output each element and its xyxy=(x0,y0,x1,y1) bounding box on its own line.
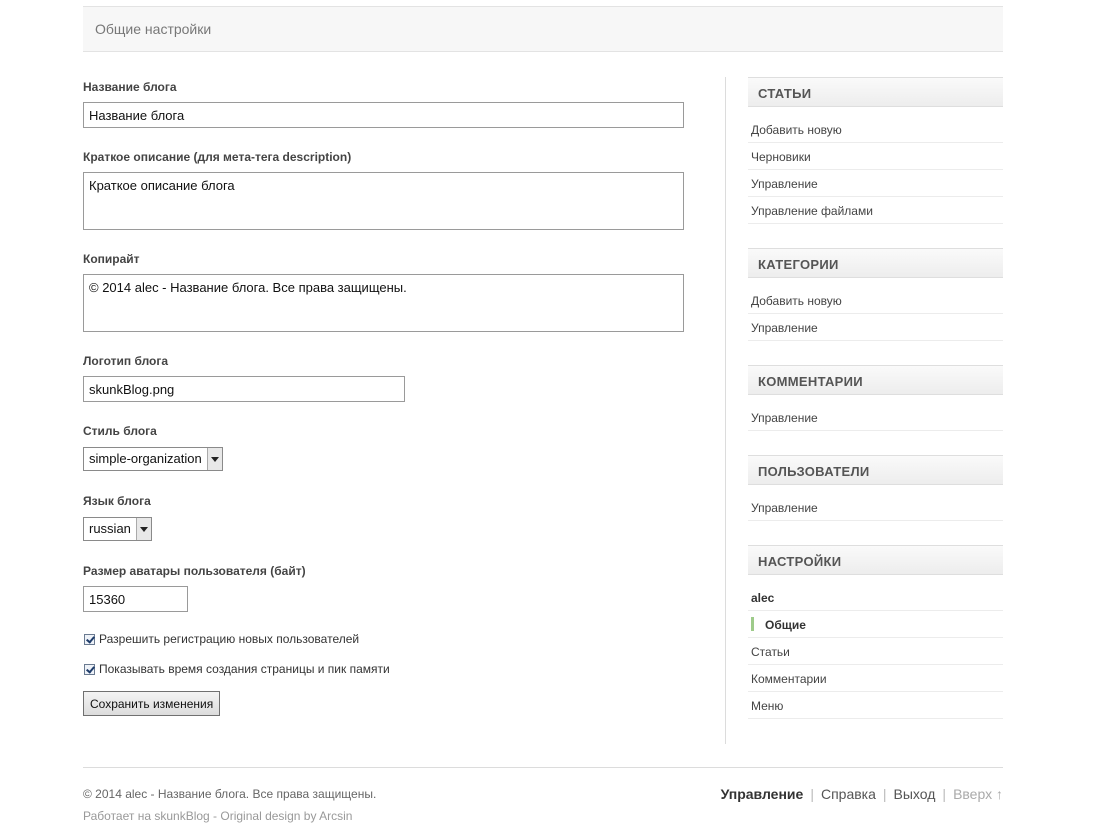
footer-divider xyxy=(83,767,1003,768)
sidebar-item-articles-manage[interactable]: Управление xyxy=(748,170,1003,197)
footer-manage-link[interactable]: Управление xyxy=(721,786,804,802)
sidebar-item-settings-comments[interactable]: Комментарии xyxy=(748,665,1003,692)
active-indicator xyxy=(751,617,754,631)
allow-registration-label: Разрешить регистрацию новых пользователе… xyxy=(99,632,360,646)
sidebar-item-articles-add[interactable]: Добавить новую xyxy=(748,116,1003,143)
sidebar-section-comments: КОММЕНТАРИИ xyxy=(748,365,1003,395)
style-select-value: simple-organization xyxy=(89,451,202,466)
sidebar-section-articles: СТАТЬИ xyxy=(748,77,1003,107)
blog-name-input[interactable] xyxy=(83,102,684,128)
sidebar-item-categories-manage[interactable]: Управление xyxy=(748,314,1003,341)
footer-logout-link[interactable]: Выход xyxy=(894,786,936,802)
skunkblog-link[interactable]: skunkBlog xyxy=(154,809,209,823)
page: Общие настройки Название блога Краткое о… xyxy=(0,0,1100,825)
allow-registration-checkbox[interactable]: Разрешить регистрацию новых пользователе… xyxy=(84,632,359,646)
show-stats-label: Показывать время создания страницы и пик… xyxy=(99,662,390,676)
chevron-down-icon xyxy=(135,518,151,540)
blog-name-label: Название блога xyxy=(83,80,177,94)
save-button[interactable]: Сохранить изменения xyxy=(83,691,221,716)
checkbox-checked-icon[interactable] xyxy=(84,663,95,675)
copyright-label: Копирайт xyxy=(83,252,140,266)
show-stats-checkbox[interactable]: Показывать время создания страницы и пик… xyxy=(84,662,390,676)
footer-powered: Работает на skunkBlog - Original design … xyxy=(83,809,353,823)
design-credit-link[interactable]: Original design by Arcsin xyxy=(220,809,352,823)
style-select[interactable]: simple-organization xyxy=(83,447,223,471)
sidebar-item-categories-add[interactable]: Добавить новую xyxy=(748,287,1003,314)
footer-up-link[interactable]: Вверх ↑ xyxy=(953,786,1003,802)
footer-copyright: © 2014 alec - Название блога. Все права … xyxy=(83,787,377,801)
sidebar-item-comments-manage[interactable]: Управление xyxy=(748,404,1003,431)
page-title: Общие настройки xyxy=(95,21,212,37)
sidebar-item-settings-menu[interactable]: Меню xyxy=(748,692,1003,719)
avatar-size-input[interactable] xyxy=(83,586,188,612)
footer-separator: | xyxy=(882,786,887,802)
description-textarea[interactable]: Краткое описание блога xyxy=(83,172,684,230)
footer-separator: | xyxy=(942,786,947,802)
footer-separator: | xyxy=(810,786,814,802)
sidebar-item-settings-user: alec xyxy=(748,584,1003,611)
sidebar-item-settings-articles[interactable]: Статьи xyxy=(748,638,1003,665)
sidebar-item-settings-general[interactable]: Общие xyxy=(748,611,1003,638)
chevron-down-icon xyxy=(206,448,222,470)
page-header: Общие настройки xyxy=(83,6,1003,52)
style-label: Стиль блога xyxy=(83,424,157,438)
logo-label: Логотип блога xyxy=(83,354,169,368)
column-divider xyxy=(725,77,726,744)
language-select-value: russian xyxy=(89,521,131,536)
sidebar-section-users: ПОЛЬЗОВАТЕЛИ xyxy=(748,455,1003,485)
sidebar-section-settings: НАСТРОЙКИ xyxy=(748,545,1003,575)
sidebar-item-users-manage[interactable]: Управление xyxy=(748,494,1003,521)
avatar-size-label: Размер аватары пользователя (байт) xyxy=(83,564,306,578)
sidebar-item-articles-files[interactable]: Управление файлами xyxy=(748,197,1003,224)
footer-help-link[interactable]: Справка xyxy=(821,786,876,802)
logo-input[interactable] xyxy=(83,376,405,402)
sidebar-section-categories: КАТЕГОРИИ xyxy=(748,248,1003,278)
sidebar-item-articles-drafts[interactable]: Черновики xyxy=(748,143,1003,170)
checkbox-checked-icon[interactable] xyxy=(84,633,95,645)
language-label: Язык блога xyxy=(83,494,151,508)
language-select[interactable]: russian xyxy=(83,517,152,541)
copyright-textarea[interactable]: © 2014 alec - Название блога. Все права … xyxy=(83,274,684,332)
footer-nav: Управление | Справка | Выход | Вверх ↑ xyxy=(721,786,1003,802)
description-label: Краткое описание (для мета-тега descript… xyxy=(83,150,352,164)
